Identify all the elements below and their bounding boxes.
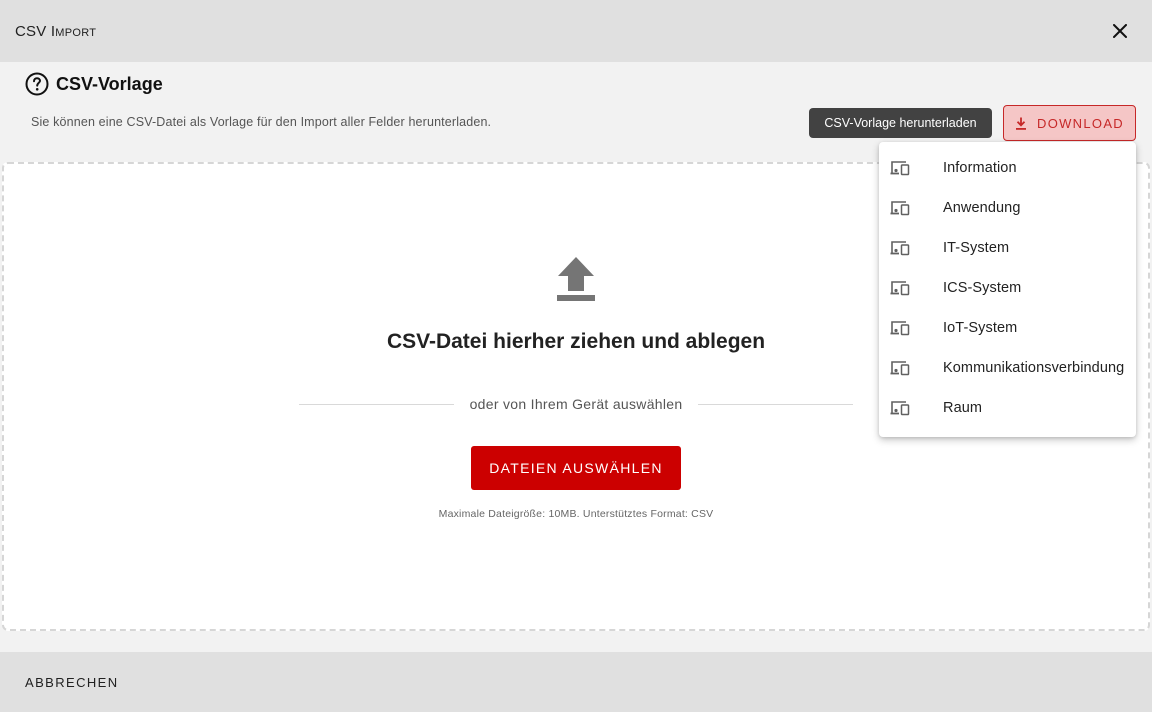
divider-line-right — [698, 403, 854, 405]
or-text: oder von Ihrem Gerät auswählen — [469, 396, 683, 412]
menu-item-anwendung[interactable]: Anwendung — [879, 188, 1136, 228]
or-divider: oder von Ihrem Gerät auswählen — [299, 394, 854, 414]
dialog-title: CSV Import — [15, 23, 96, 40]
download-button[interactable]: DOWNLOAD — [1003, 105, 1136, 141]
dialog-title-rest: Import — [50, 22, 97, 40]
help-circle-icon[interactable] — [25, 72, 49, 96]
template-hint: Sie können eine CSV-Datei als Vorlage fü… — [31, 115, 492, 129]
menu-item-label: Information — [943, 160, 1017, 176]
select-files-button[interactable]: DATEIEN AUSWÄHLEN — [471, 446, 681, 490]
devices-icon — [890, 200, 910, 216]
menu-item-label: IoT-System — [943, 320, 1018, 336]
menu-item-kommunikationsverbindung[interactable]: Kommunikationsverbindung — [879, 348, 1136, 388]
menu-item-label: ICS-System — [943, 280, 1022, 296]
menu-item-ics-system[interactable]: ICS-System — [879, 268, 1136, 308]
menu-item-label: IT-System — [943, 240, 1010, 256]
devices-icon — [890, 320, 910, 336]
dialog-header: CSV Import — [0, 0, 1152, 62]
menu-item-information[interactable]: Information — [879, 148, 1136, 188]
download-tooltip: CSV-Vorlage herunterladen — [809, 108, 992, 138]
cancel-button[interactable]: ABBRECHEN — [25, 675, 119, 690]
devices-icon — [890, 360, 910, 376]
file-limit-note: Maximale Dateigröße: 10MB. Unterstütztes… — [438, 508, 714, 520]
menu-item-label: Raum — [943, 400, 983, 416]
close-button[interactable] — [1106, 17, 1134, 45]
template-section-header: CSV-Vorlage — [25, 72, 163, 96]
divider-line-left — [299, 403, 454, 405]
devices-icon — [890, 240, 910, 256]
devices-icon — [890, 400, 910, 416]
menu-item-iot-system[interactable]: IoT-System — [879, 308, 1136, 348]
download-label: DOWNLOAD — [1037, 115, 1124, 131]
close-icon — [1113, 24, 1127, 38]
menu-item-raum[interactable]: Raum — [879, 388, 1136, 428]
devices-icon — [890, 160, 910, 176]
upload-icon — [555, 256, 597, 309]
menu-item-label: Anwendung — [943, 200, 1021, 216]
devices-icon — [890, 280, 910, 296]
download-icon — [1016, 117, 1027, 130]
download-menu: Information Anwendung IT-System ICS-Syst… — [879, 142, 1136, 437]
menu-item-label: Kommunikationsverbindung — [943, 360, 1125, 376]
dialog-footer: ABBRECHEN — [0, 652, 1152, 712]
template-heading: CSV-Vorlage — [56, 73, 163, 94]
dialog-title-first: CSV — [15, 22, 47, 40]
menu-item-it-system[interactable]: IT-System — [879, 228, 1136, 268]
